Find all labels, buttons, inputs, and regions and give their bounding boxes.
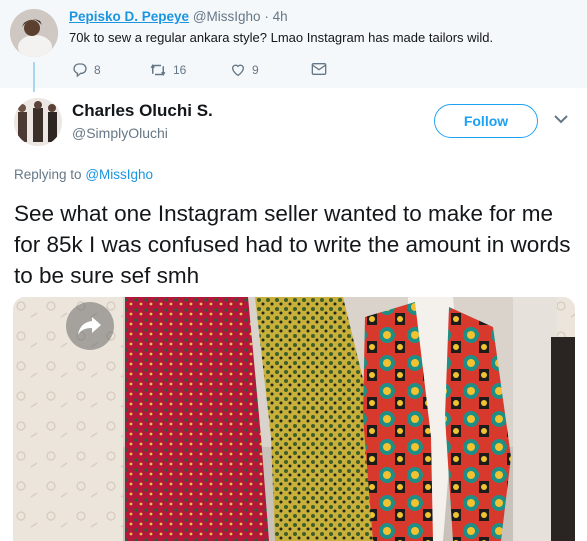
parent-tweet-text: 70k to sew a regular ankara style? Lmao … — [69, 30, 494, 45]
follow-button[interactable]: Follow — [434, 104, 538, 138]
main-handle[interactable]: @SimplyOluchi — [72, 125, 168, 141]
parent-avatar[interactable] — [10, 9, 58, 57]
like-icon — [231, 64, 245, 77]
dm-icon — [311, 63, 327, 75]
thread-connector-line — [33, 62, 35, 92]
retweet-icon — [150, 64, 166, 76]
main-tweet-text: See what one Instagram seller wanted to … — [14, 201, 571, 288]
parent-header: Pepisko D. Pepeye @MissIgho · 4h — [69, 9, 288, 24]
chevron-down-icon[interactable] — [553, 113, 569, 125]
like-count: 9 — [252, 63, 259, 77]
reply-count: 8 — [94, 63, 101, 77]
share-button[interactable] — [66, 302, 114, 350]
reply-button[interactable]: 8 — [72, 62, 101, 78]
main-display-name[interactable]: Charles Oluchi S. — [72, 101, 213, 121]
share-arrow-icon — [78, 317, 101, 335]
parent-handle[interactable]: @MissIgho — [193, 9, 261, 24]
replying-mention-link[interactable]: @MissIgho — [85, 167, 153, 182]
direct-message-button[interactable] — [311, 62, 327, 76]
replying-prefix: Replying to — [14, 167, 82, 182]
parent-display-name[interactable]: Pepisko D. Pepeye — [69, 9, 189, 24]
tweet-media-image[interactable] — [13, 297, 575, 541]
retweet-button[interactable]: 16 — [149, 62, 186, 78]
retweet-count: 16 — [173, 63, 187, 77]
replying-to-line: Replying to @MissIgho — [14, 167, 153, 182]
parent-tweet[interactable]: Pepisko D. Pepeye @MissIgho · 4h 70k to … — [0, 0, 587, 88]
reply-icon — [73, 63, 87, 78]
parent-timestamp[interactable]: · 4h — [264, 9, 287, 24]
main-avatar[interactable] — [14, 98, 62, 146]
like-button[interactable]: 9 — [230, 62, 259, 78]
